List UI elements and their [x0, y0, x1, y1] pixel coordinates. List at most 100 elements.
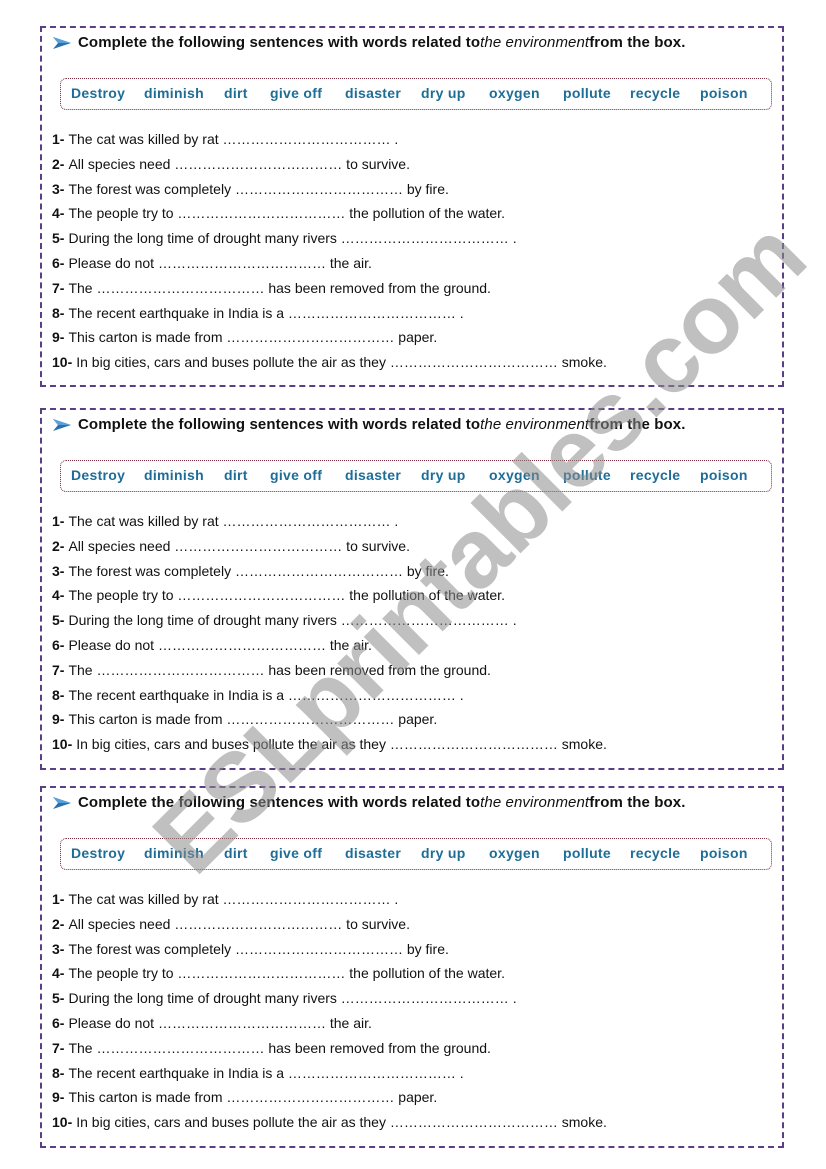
word-box-item: Destroy — [71, 467, 126, 483]
sentence-item: 3- The forest was completely ………………………………… — [52, 178, 607, 203]
instruction-suffix: from the box. — [589, 416, 686, 433]
word-box-item: pollute — [563, 467, 611, 483]
word-box-item: recycle — [630, 85, 681, 101]
sentence-text: The people try to ……………………………… the pollu… — [68, 587, 505, 604]
sentence-number: 9- — [52, 1089, 65, 1106]
word-box: Destroy diminish dirt give off disaster … — [60, 838, 772, 870]
word-box-item: give off — [270, 845, 323, 861]
word-box-item: oxygen — [489, 845, 540, 861]
sentence-text: Please do not ……………………………… the air. — [68, 636, 372, 653]
word-box-item: dry up — [421, 467, 466, 483]
word-box-item: Destroy — [71, 845, 126, 861]
sentence-number: 9- — [52, 711, 65, 728]
sentence-item: 7- The ……………………………… has been removed from… — [52, 277, 607, 302]
sentence-text: The cat was killed by rat ……………………………… . — [68, 513, 399, 529]
word-box-item: dry up — [421, 85, 466, 101]
sentence-number: 8- — [52, 304, 65, 321]
sentence-item: 3- The forest was completely ………………………………… — [52, 560, 607, 585]
sentence-text: In big cities, cars and buses pollute th… — [76, 354, 607, 371]
word-box-item: disaster — [345, 467, 402, 483]
instruction: Complete the following sentences with wo… — [52, 34, 686, 51]
sentence-number: 5- — [52, 612, 65, 629]
word-box-item: disaster — [345, 845, 402, 861]
exercise-block-3: Complete the following sentences with wo… — [40, 786, 784, 1148]
sentence-item: 5- During the long time of drought many r… — [52, 987, 607, 1012]
sentence-number: 10- — [52, 354, 73, 371]
word-box-item: pollute — [563, 845, 611, 861]
sentence-item: 9- This carton is made from ……………………………… … — [52, 326, 607, 351]
sentence-item: 1- The cat was killed by rat ………………………………… — [52, 510, 607, 535]
sentence-text: The ……………………………… has been removed from t… — [68, 661, 491, 678]
word-box-item: dirt — [224, 467, 248, 483]
word-box-item: diminish — [144, 467, 204, 483]
word-box-item: dirt — [224, 85, 248, 101]
sentence-number: 8- — [52, 1064, 65, 1081]
sentence-item: 5- During the long time of drought many r… — [52, 609, 607, 634]
sentence-text: The recent earthquake in India is a …………… — [68, 686, 464, 703]
sentence-number: 7- — [52, 1039, 65, 1056]
sentence-item: 1- The cat was killed by rat ………………………………… — [52, 128, 607, 153]
word-box-item: poison — [700, 85, 748, 101]
instruction-suffix: from the box. — [589, 794, 686, 811]
sentence-item: 1- The cat was killed by rat ………………………………… — [52, 888, 607, 913]
word-box-item: disaster — [345, 85, 402, 101]
sentence-item: 7- The ……………………………… has been removed from… — [52, 1037, 607, 1062]
word-box-item: give off — [270, 467, 323, 483]
sentence-number: 1- — [52, 513, 65, 529]
word-box: Destroy diminish dirt give off disaster … — [60, 78, 772, 110]
word-box: Destroy diminish dirt give off disaster … — [60, 460, 772, 492]
sentence-item: 2- All species need ……………………………… to survi… — [52, 153, 607, 178]
sentence-item: 8- The recent earthquake in India is a ……… — [52, 684, 607, 709]
sentence-text: All species need ……………………………… to survive… — [68, 155, 410, 172]
sentence-item: 4- The people try to ……………………………… the pol… — [52, 584, 607, 609]
sentence-item: 6- Please do not ……………………………… the air. — [52, 634, 607, 659]
word-box-item: poison — [700, 467, 748, 483]
word-box-item: dirt — [224, 845, 248, 861]
word-box-item: recycle — [630, 845, 681, 861]
sentence-list: 1- The cat was killed by rat ………………………………… — [52, 510, 607, 758]
sentence-text: All species need ……………………………… to survive… — [68, 537, 410, 554]
sentence-number: 4- — [52, 587, 65, 604]
sentence-number: 1- — [52, 891, 65, 907]
sentence-item: 7- The ……………………………… has been removed from… — [52, 659, 607, 684]
sentence-text: Please do not ……………………………… the air. — [68, 1014, 372, 1031]
word-box-item: pollute — [563, 85, 611, 101]
sentence-text: During the long time of drought many riv… — [68, 990, 517, 1007]
instruction-emphasis: the environment — [480, 794, 590, 811]
sentence-text: The forest was completely ……………………………… b… — [68, 562, 449, 579]
instruction-prefix: Complete the following sentences with wo… — [78, 416, 481, 433]
arrow-bullet-icon — [53, 36, 71, 49]
sentence-list: 1- The cat was killed by rat ………………………………… — [52, 128, 607, 376]
sentence-number: 5- — [52, 990, 65, 1007]
sentence-text: In big cities, cars and buses pollute th… — [76, 736, 607, 753]
arrow-bullet-icon — [53, 418, 71, 431]
word-box-item: Destroy — [71, 85, 126, 101]
exercise-block-1: Complete the following sentences with wo… — [40, 26, 784, 387]
sentence-text: The ……………………………… has been removed from t… — [68, 279, 491, 296]
sentence-number: 4- — [52, 205, 65, 222]
word-box-item: diminish — [144, 85, 204, 101]
sentence-text: The cat was killed by rat ……………………………… . — [68, 131, 399, 147]
word-box-item: recycle — [630, 467, 681, 483]
sentence-text: During the long time of drought many riv… — [68, 612, 517, 629]
sentence-list: 1- The cat was killed by rat ………………………………… — [52, 888, 607, 1136]
sentence-text: Please do not ……………………………… the air. — [68, 254, 372, 271]
instruction-suffix: from the box. — [589, 34, 686, 51]
sentence-number: 1- — [52, 131, 65, 147]
sentence-number: 10- — [52, 1114, 73, 1131]
sentence-item: 5- During the long time of drought many r… — [52, 227, 607, 252]
sentence-item: 3- The forest was completely ………………………………… — [52, 938, 607, 963]
instruction: Complete the following sentences with wo… — [52, 416, 686, 433]
sentence-number: 6- — [52, 636, 65, 653]
word-box-item: oxygen — [489, 467, 540, 483]
sentence-number: 8- — [52, 686, 65, 703]
sentence-number: 7- — [52, 661, 65, 678]
word-box-item: oxygen — [489, 85, 540, 101]
sentence-item: 10- In big cities, cars and buses pollute… — [52, 1111, 607, 1136]
sentence-text: The ……………………………… has been removed from t… — [68, 1039, 491, 1056]
instruction-emphasis: the environment — [480, 416, 590, 433]
sentence-item: 9- This carton is made from ……………………………… … — [52, 708, 607, 733]
sentence-item: 8- The recent earthquake in India is a ……… — [52, 302, 607, 327]
exercise-block-2: Complete the following sentences with wo… — [40, 408, 784, 770]
sentence-text: The people try to ……………………………… the pollu… — [68, 965, 505, 982]
